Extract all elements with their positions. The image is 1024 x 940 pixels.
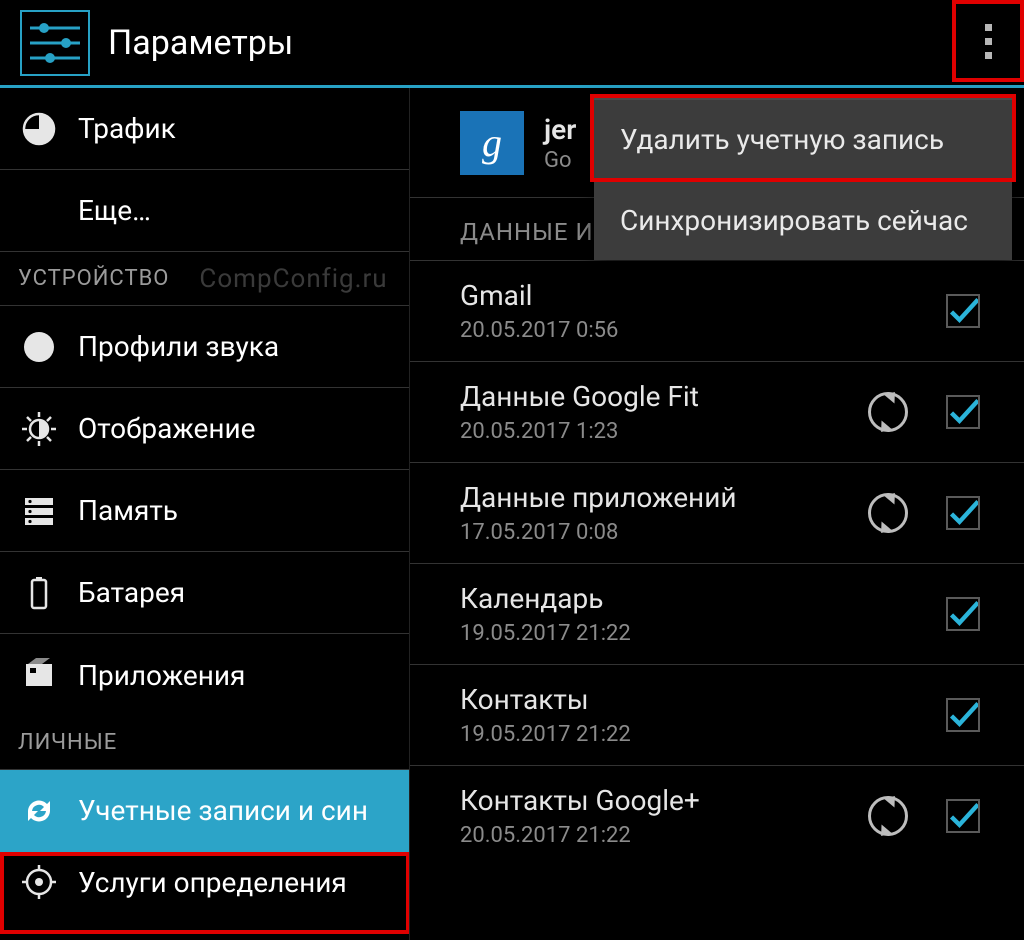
sidebar-item-label: Учетные записи и син: [78, 794, 368, 827]
sidebar-item-label: Батарея: [78, 576, 185, 609]
sync-subtitle: 19.05.2017 21:22: [460, 722, 631, 747]
sidebar-item-label: Приложения: [78, 659, 245, 692]
sync-subtitle: 17.05.2017 0:08: [460, 520, 737, 545]
settings-sidebar: Трафик Еще… УСТРОЙСТВО CompConfig.ru Про…: [0, 88, 410, 940]
sidebar-item-label: Еще…: [78, 194, 151, 227]
menu-item-delete-account[interactable]: Удалить учетную запись: [594, 100, 1012, 180]
resync-icon[interactable]: [868, 796, 908, 836]
apps-icon: [22, 658, 56, 692]
section-header-label: ЛИЧНЫЕ: [18, 730, 117, 755]
sidebar-item-sound-profiles[interactable]: Профили звука: [0, 306, 409, 388]
section-header-device: УСТРОЙСТВО CompConfig.ru: [0, 252, 409, 306]
battery-icon: [22, 576, 56, 610]
sync-title: Календарь: [460, 582, 631, 615]
sync-title: Gmail: [460, 279, 618, 312]
overflow-menu-button[interactable]: [952, 0, 1024, 82]
sidebar-item-more[interactable]: Еще…: [0, 170, 409, 252]
sync-title: Контакты: [460, 683, 631, 716]
sync-title: Данные Google Fit: [460, 380, 699, 413]
main-panes: Трафик Еще… УСТРОЙСТВО CompConfig.ru Про…: [0, 88, 1024, 940]
blank-icon: [22, 194, 56, 228]
location-icon: [22, 865, 56, 899]
sync-title: Данные приложений: [460, 481, 737, 514]
app-header: Параметры: [0, 0, 1024, 88]
sidebar-item-apps[interactable]: Приложения: [0, 634, 409, 716]
sidebar-item-traffic[interactable]: Трафик: [0, 88, 409, 170]
sync-subtitle: 20.05.2017 21:22: [460, 823, 700, 848]
more-vert-icon: [985, 24, 992, 59]
page-title: Параметры: [108, 23, 293, 63]
sync-item-gmail[interactable]: Gmail 20.05.2017 0:56: [410, 261, 1024, 362]
traffic-icon: [22, 112, 56, 146]
account-meta: jer Go: [544, 113, 576, 173]
sync-item-contacts[interactable]: Контакты 19.05.2017 21:22: [410, 665, 1024, 766]
sync-title: Контакты Google+: [460, 784, 700, 817]
sync-subtitle: 20.05.2017 0:56: [460, 318, 618, 343]
sidebar-item-accounts-sync[interactable]: Учетные записи и син: [0, 770, 409, 852]
section-header-label: УСТРОЙСТВО: [18, 266, 169, 291]
resync-icon[interactable]: [868, 493, 908, 533]
overflow-popup: Удалить учетную запись Синхронизировать …: [594, 98, 1012, 260]
sync-subtitle: 20.05.2017 1:23: [460, 419, 699, 444]
resync-icon[interactable]: [868, 392, 908, 432]
sidebar-item-label: Отображение: [78, 412, 256, 445]
sync-item-calendar[interactable]: Календарь 19.05.2017 21:22: [410, 564, 1024, 665]
sidebar-item-battery[interactable]: Батарея: [0, 552, 409, 634]
sidebar-item-storage[interactable]: Память: [0, 470, 409, 552]
section-header-personal: ЛИЧНЫЕ: [0, 716, 409, 770]
checkbox[interactable]: [946, 799, 980, 833]
sync-item-app-data[interactable]: Данные приложений 17.05.2017 0:08: [410, 463, 1024, 564]
checkbox[interactable]: [946, 294, 980, 328]
sync-item-contacts-google-plus[interactable]: Контакты Google+ 20.05.2017 21:22: [410, 766, 1024, 866]
checkbox[interactable]: [946, 496, 980, 530]
sync-icon: [22, 794, 56, 828]
checkbox[interactable]: [946, 395, 980, 429]
checkbox[interactable]: [946, 597, 980, 631]
brightness-icon: [22, 412, 56, 446]
sidebar-item-label: Профили звука: [78, 330, 279, 363]
sync-item-google-fit[interactable]: Данные Google Fit 20.05.2017 1:23: [410, 362, 1024, 463]
account-name: jer: [544, 113, 576, 146]
watermark-text: CompConfig.ru: [199, 264, 387, 294]
checkbox[interactable]: [946, 698, 980, 732]
google-badge-icon: g: [460, 111, 524, 175]
sidebar-item-display[interactable]: Отображение: [0, 388, 409, 470]
sidebar-item-label: Услуги определения: [78, 866, 347, 899]
segments-icon: [22, 330, 56, 364]
sidebar-item-location[interactable]: Услуги определения: [0, 852, 409, 912]
sync-subtitle: 19.05.2017 21:22: [460, 621, 631, 646]
account-provider: Go: [544, 148, 576, 173]
storage-icon: [22, 494, 56, 528]
menu-item-sync-now[interactable]: Синхронизировать сейчас: [594, 180, 1012, 260]
settings-icon: [20, 10, 90, 76]
sidebar-item-label: Память: [78, 494, 178, 527]
account-pane: g jer Go ДАННЫЕ И Gmail 20.05.2017 0:56 …: [410, 88, 1024, 940]
sidebar-item-label: Трафик: [78, 112, 176, 145]
